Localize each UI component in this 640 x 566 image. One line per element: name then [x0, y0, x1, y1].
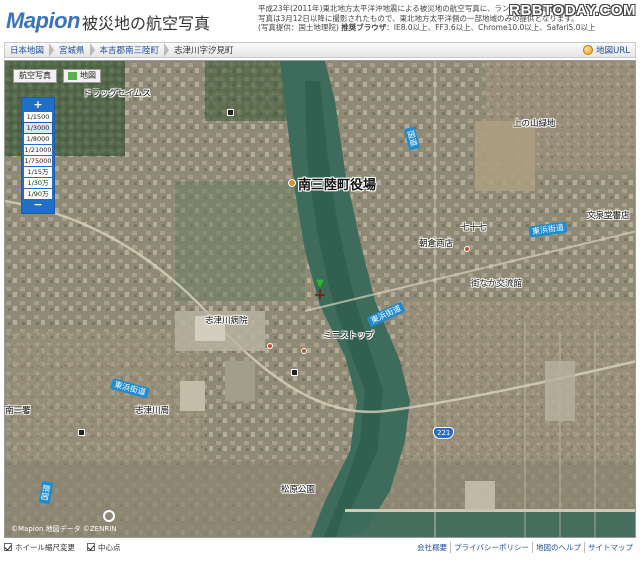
- zoom-level-1500[interactable]: 1/1500: [24, 112, 52, 122]
- zoom-level-8000[interactable]: 1/8000: [24, 134, 52, 144]
- label-matsubara-park[interactable]: 松原公園: [281, 483, 315, 495]
- poi-marker[interactable]: [301, 348, 307, 354]
- footer: ホイール縮尺変更 中心点 会社概要 プライバシーポリシー 地図のヘルプ サイトマ…: [4, 540, 636, 554]
- footer-link-privacy[interactable]: プライバシーポリシー: [450, 541, 532, 553]
- center-point-label: 中心点: [98, 542, 121, 552]
- compass-icon[interactable]: [103, 510, 115, 522]
- footer-link-help[interactable]: 地図のヘルプ: [532, 541, 584, 553]
- label-asahiya[interactable]: 朝倉商店: [419, 237, 453, 249]
- browser-label: 推奨ブラウザ: [341, 23, 387, 32]
- page-title: 被災地の航空写真: [82, 14, 211, 33]
- poi-marker[interactable]: [267, 343, 273, 349]
- zoom-level-21000[interactable]: 1/21000: [24, 145, 52, 155]
- building-icon: [78, 429, 85, 436]
- header: Mapion 被災地の航空写真 平成23年(2011年)東北地方太平洋沖地震によ…: [0, 0, 640, 40]
- browser-text: ：IE8.0以上、FF3.6以上、Chrome10.0以上、Safari5.0以…: [386, 23, 596, 32]
- label-shizugawa-station[interactable]: 志津川局: [135, 404, 169, 416]
- mapion-logo[interactable]: Mapion: [6, 8, 81, 34]
- copyright: ©Mapion 地図データ ©ZENRIN: [11, 525, 117, 533]
- breadcrumb: 日本地図 宮城県 本吉郡南三陸町 志津川字汐見町 地図URL: [4, 42, 636, 58]
- notice-line: (写真提供：国土地理院) 推奨ブラウザ：IE8.0以上、FF3.6以上、Chro…: [258, 23, 638, 33]
- watermark: RBBTODAY.COM: [509, 2, 636, 19]
- label-bunsendo[interactable]: 文泉堂書店: [587, 209, 630, 221]
- breadcrumb-item-japan[interactable]: 日本地図: [5, 43, 49, 57]
- label-drugstore[interactable]: ドラッグセイムス: [83, 87, 151, 99]
- logo-text: Mapion: [6, 8, 81, 33]
- photo-credit: (写真提供：国土地理院): [258, 23, 339, 32]
- map-url-link[interactable]: 地図URL: [583, 44, 635, 56]
- zoom-control: + 1/1500 1/3000 1/8000 1/21000 1/75000 1…: [21, 97, 55, 214]
- tab-aerial-photo[interactable]: 航空写真: [13, 69, 57, 83]
- label-77-bank[interactable]: 七十七: [461, 221, 487, 233]
- poi-marker[interactable]: [464, 246, 470, 252]
- tab-map-label: 地図: [80, 71, 96, 80]
- globe-icon: [583, 45, 594, 55]
- zoom-level-75000[interactable]: 1/75000: [24, 156, 52, 166]
- building-icon: [227, 109, 234, 116]
- building-icon: [291, 369, 298, 376]
- label-mini-stop[interactable]: ミニストップ: [323, 329, 374, 341]
- footer-link-sitemap[interactable]: サイトマップ: [584, 541, 636, 553]
- zoom-level-150k[interactable]: 1/15万: [24, 167, 52, 177]
- route-221-shield: 221: [433, 427, 455, 439]
- label-machinaka[interactable]: 街なか交流館: [471, 277, 522, 289]
- breadcrumb-item-current: 志津川字汐見町: [174, 46, 234, 56]
- label-police[interactable]: 南三署: [5, 404, 31, 416]
- zoom-in-button[interactable]: +: [24, 99, 52, 111]
- footer-links: 会社概要 プライバシーポリシー 地図のヘルプ サイトマップ: [414, 541, 636, 553]
- center-pin-icon: [314, 279, 326, 299]
- wheel-scale-label: ホイール縮尺変更: [15, 542, 75, 552]
- zoom-level-3000[interactable]: 1/3000: [23, 122, 53, 134]
- map-icon: [68, 72, 77, 80]
- center-point-checkbox[interactable]: [87, 543, 95, 551]
- zoom-out-button[interactable]: −: [24, 199, 52, 211]
- center-point-option[interactable]: 中心点: [87, 542, 121, 553]
- label-town-office[interactable]: 南三陸町役場: [298, 174, 376, 193]
- label-kamenoyama[interactable]: 上の山緑地: [513, 117, 556, 129]
- zoom-level-300k[interactable]: 1/30万: [24, 178, 52, 188]
- breadcrumb-item-minamisanriku[interactable]: 本吉郡南三陸町: [95, 43, 165, 57]
- aerial-map[interactable]: 航空写真 地図 + 1/1500 1/3000 1/8000 1/21000 1…: [4, 60, 636, 538]
- town-office-marker[interactable]: [288, 179, 296, 187]
- wheel-scale-checkbox[interactable]: [4, 543, 12, 551]
- map-url-label: 地図URL: [596, 46, 630, 56]
- wheel-scale-option[interactable]: ホイール縮尺変更: [4, 542, 75, 553]
- tab-map[interactable]: 地図: [63, 69, 101, 83]
- label-hospital[interactable]: 志津川病院: [205, 314, 248, 326]
- breadcrumb-item-miyagi[interactable]: 宮城県: [54, 43, 90, 57]
- footer-link-company[interactable]: 会社概要: [414, 542, 450, 553]
